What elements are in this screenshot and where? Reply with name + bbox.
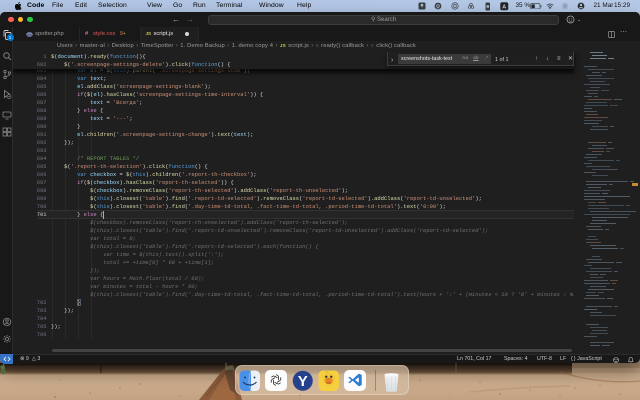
- svg-text:php: php: [26, 32, 31, 36]
- svg-text:A: A: [502, 4, 506, 10]
- svg-text:Y: Y: [297, 373, 307, 390]
